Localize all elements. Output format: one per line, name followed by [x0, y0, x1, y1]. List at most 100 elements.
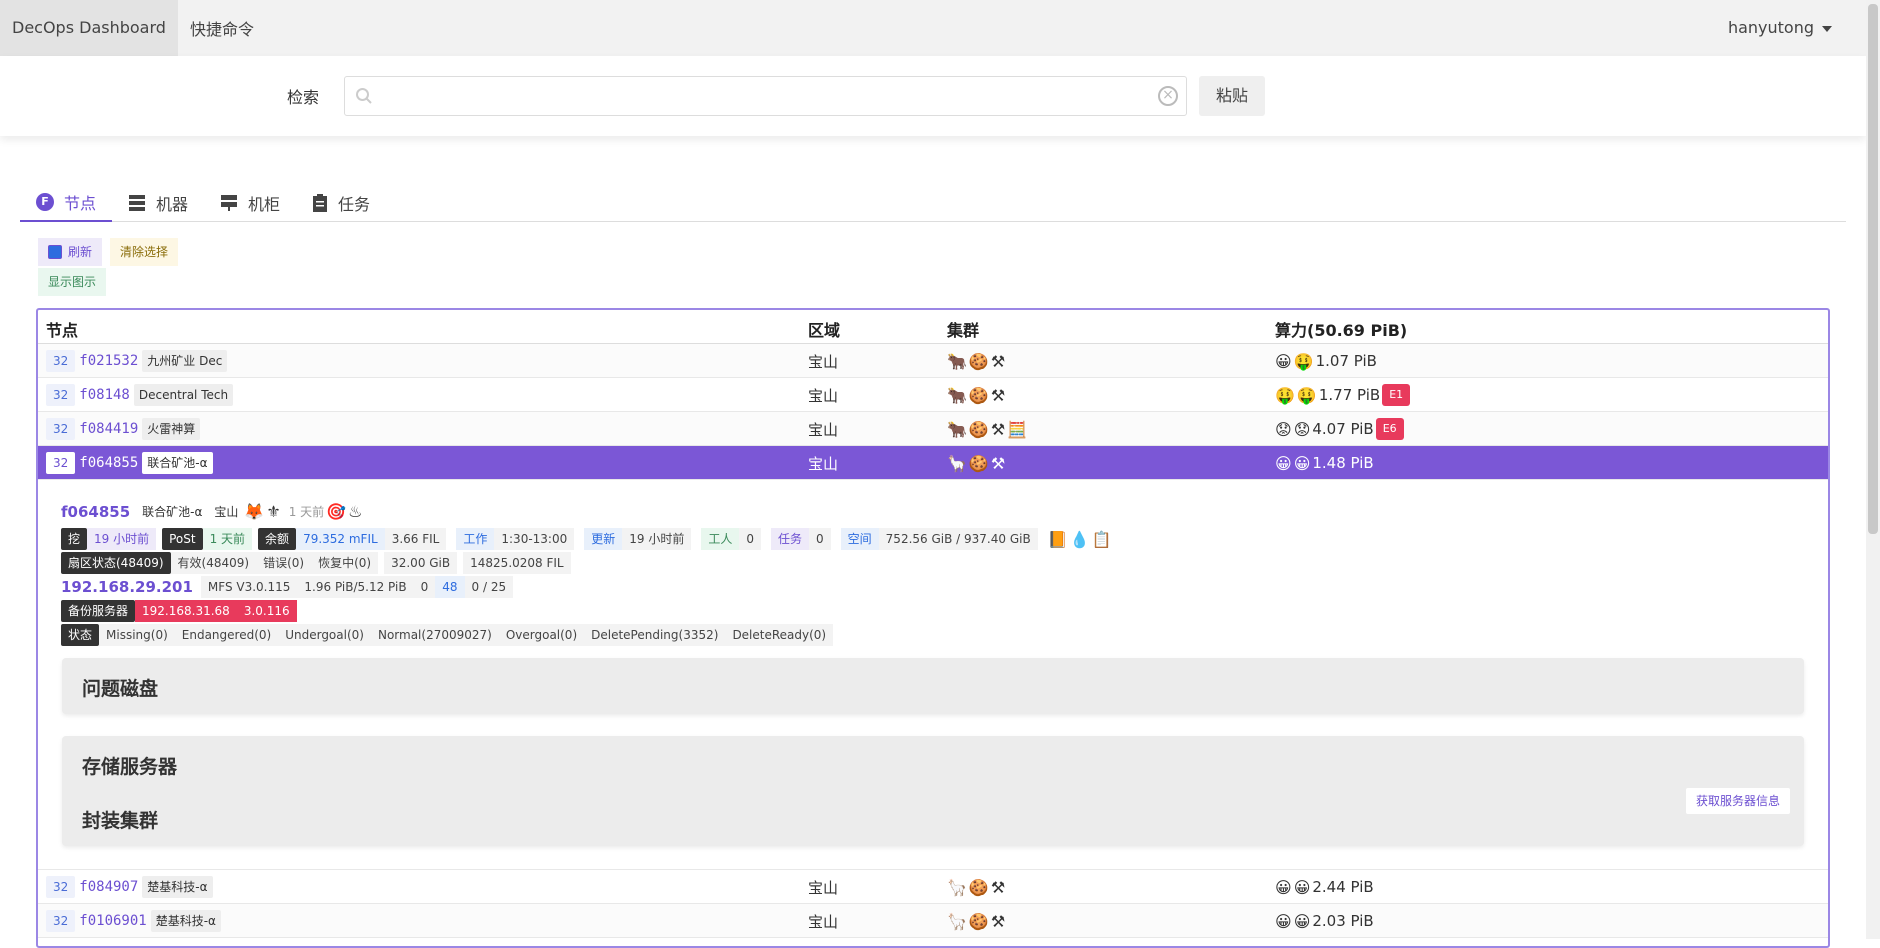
update-label: 更新 [584, 528, 623, 550]
detail-pool: 联合矿池-α [142, 505, 203, 519]
clear-icon[interactable]: × [1158, 86, 1178, 106]
mine-value: 19 小时前 [87, 528, 157, 550]
node-id[interactable]: f064855 [79, 455, 138, 471]
table-row[interactable]: 32 f08148 Decentral Tech 宝山 🐂 🍪 ⚒ 🤑 🤑 1.77 PiB… [38, 378, 1828, 412]
header-node: 节点 [46, 321, 79, 340]
sector-size: 32 [46, 910, 76, 932]
sector-size-value: 32.00 GiB [384, 552, 458, 574]
header-power: 算力(50.69 PiB) [1275, 321, 1408, 340]
node-tag: 楚基科技-α [142, 876, 213, 898]
detail-node-id[interactable]: f064855 [61, 503, 130, 521]
table-row-selected[interactable]: 32 f064855 联合矿池-α 宝山 🦙 🍪 ⚒ 😀 😀 1.48 PiB [38, 446, 1828, 480]
error-badge: E6 [1375, 418, 1404, 440]
tab-label: 机柜 [248, 195, 281, 214]
user-name: hanyutong [1727, 18, 1814, 37]
tools-icon: ⚒ [990, 453, 1006, 473]
task-label: 任务 [771, 528, 810, 550]
scroll-icon: 📙 [1047, 529, 1068, 549]
region: 宝山 [808, 912, 839, 931]
work-label: 工作 [456, 528, 495, 550]
user-menu[interactable]: hanyutong [1728, 0, 1832, 56]
scrollbar-thumb[interactable] [1868, 4, 1878, 534]
cookie-icon: 🍪 [968, 453, 989, 473]
cookie-icon: 🍪 [968, 877, 989, 897]
header-region: 区域 [808, 321, 841, 340]
region: 宝山 [808, 386, 839, 405]
llama-icon: 🦙 [947, 877, 967, 897]
table-row[interactable]: 32 f0106901 楚基科技-α 宝山 🦙 🍪 ⚒ 😀 😀 2.03 PiB [38, 904, 1828, 938]
fraction: 0 / 25 [464, 576, 514, 598]
sector-size: 32 [46, 384, 76, 406]
panel-title: 存储服务器 [82, 756, 178, 778]
count-48: 48 [435, 576, 465, 598]
refresh-button[interactable]: 刷新 [38, 238, 103, 266]
tab-tasks[interactable]: 任务 [296, 184, 386, 222]
smile-icon: 😀 [1293, 877, 1311, 897]
table-row[interactable]: 32 f084419 火雷神算 宝山 🐂 🍪 ⚒ 🧮 😟 😟 4.07 PiB E6 [38, 412, 1828, 446]
top-navbar: DecOps Dashboard 快捷命令 hanyutong [0, 0, 1880, 56]
fox-icon: 🦊 [244, 502, 265, 521]
node-tag: 火雷神算 [142, 418, 201, 440]
money-face-icon: 🤑 [1275, 385, 1295, 405]
tab-bar: F 节点 机器 机柜 任务 [20, 184, 1846, 222]
node-id[interactable]: f0106901 [79, 913, 146, 929]
sector-fil: 14825.0208 FIL [463, 552, 571, 574]
node-id[interactable]: f084907 [79, 879, 138, 895]
panel-title: 问题磁盘 [82, 678, 159, 700]
table-header: 节点 区域 集群 算力(50.69 PiB) [38, 310, 1828, 344]
node-id[interactable]: f084419 [79, 421, 138, 437]
cookie-icon: 🍪 [968, 351, 989, 371]
tab-cabinets[interactable]: 机柜 [204, 184, 296, 222]
work-value: 1:30-13:00 [494, 528, 575, 550]
refresh-icon [48, 245, 62, 259]
detail-ip[interactable]: 192.168.29.201 [61, 578, 193, 596]
smile-icon: 😀 [1275, 877, 1292, 897]
smile-icon: 😀 [1275, 351, 1292, 371]
mfs-version: MFS V3.0.115 [200, 576, 298, 598]
tab-machines[interactable]: 机器 [112, 184, 204, 222]
node-detail: f064855 联合矿池-α 宝山 🦊 ⚜ 1 天前 🎯 ♨ 挖 19 小时前 Po… [38, 480, 1828, 870]
brand-link[interactable]: DecOps Dashboard [0, 0, 178, 56]
update-value: 19 小时前 [622, 528, 692, 550]
power-value: 2.03 PiB [1312, 912, 1374, 930]
llama-icon: 🦙 [947, 453, 967, 473]
tools-icon: ⚒ [990, 911, 1006, 931]
mine-label: 挖 [61, 528, 88, 550]
storage-server-panel[interactable]: 存储服务器 封装集群 获取服务器信息 [62, 736, 1804, 846]
sector-size: 32 [46, 876, 76, 898]
clear-selection-button[interactable]: 清除选择 [110, 238, 179, 266]
region: 宝山 [808, 352, 839, 371]
fetch-server-info-button[interactable]: 获取服务器信息 [1685, 788, 1790, 814]
node-tag: 联合矿池-α [142, 452, 213, 474]
sector-status-label: 扇区状态(48409) [61, 552, 171, 574]
state-missing: Missing(0) [99, 624, 175, 646]
sector-error: 错误(0) [256, 552, 312, 574]
search-input[interactable]: × [344, 76, 1187, 116]
backup-label: 备份服务器 [61, 600, 136, 622]
node-id[interactable]: f08148 [79, 387, 130, 403]
sector-recovering: 恢复中(0) [311, 552, 379, 574]
power-value: 4.07 PiB [1312, 420, 1374, 438]
page-scrollbar[interactable] [1866, 0, 1880, 939]
state-endangered: Endangered(0) [174, 624, 279, 646]
problem-disk-panel[interactable]: 问题磁盘 [62, 658, 1804, 714]
paste-button[interactable]: 粘贴 [1199, 76, 1265, 116]
nav-quick-commands[interactable]: 快捷命令 [178, 16, 266, 40]
table-row[interactable]: 32 f021532 九州矿业 Dec 宝山 🐂 🍪 ⚒ 😀 🤑 1.07 PiB [38, 344, 1828, 378]
detail-ago: 1 天前 [288, 505, 325, 519]
power-value: 1.48 PiB [1312, 454, 1374, 472]
worker-label: 工人 [701, 528, 740, 550]
node-id[interactable]: f021532 [79, 353, 138, 369]
seal-cluster-title: 封装集群 [82, 810, 159, 832]
show-chart-button[interactable]: 显示图示 [38, 268, 107, 296]
ox-icon: 🐂 [947, 385, 967, 405]
table-row[interactable]: 32 f084907 楚基科技-α 宝山 🦙 🍪 ⚒ 😀 😀 2.44 PiB [38, 870, 1828, 904]
tab-nodes[interactable]: F 节点 [20, 184, 113, 222]
refresh-label: 刷新 [68, 245, 93, 259]
server-icon [129, 195, 146, 211]
balance-value: 79.352 mFIL [296, 528, 385, 550]
backup-ip: 192.168.31.68 [135, 600, 237, 622]
task-value: 0 [809, 528, 831, 550]
clipboard-icon [313, 194, 328, 212]
balance-value-2: 3.66 FIL [384, 528, 447, 550]
